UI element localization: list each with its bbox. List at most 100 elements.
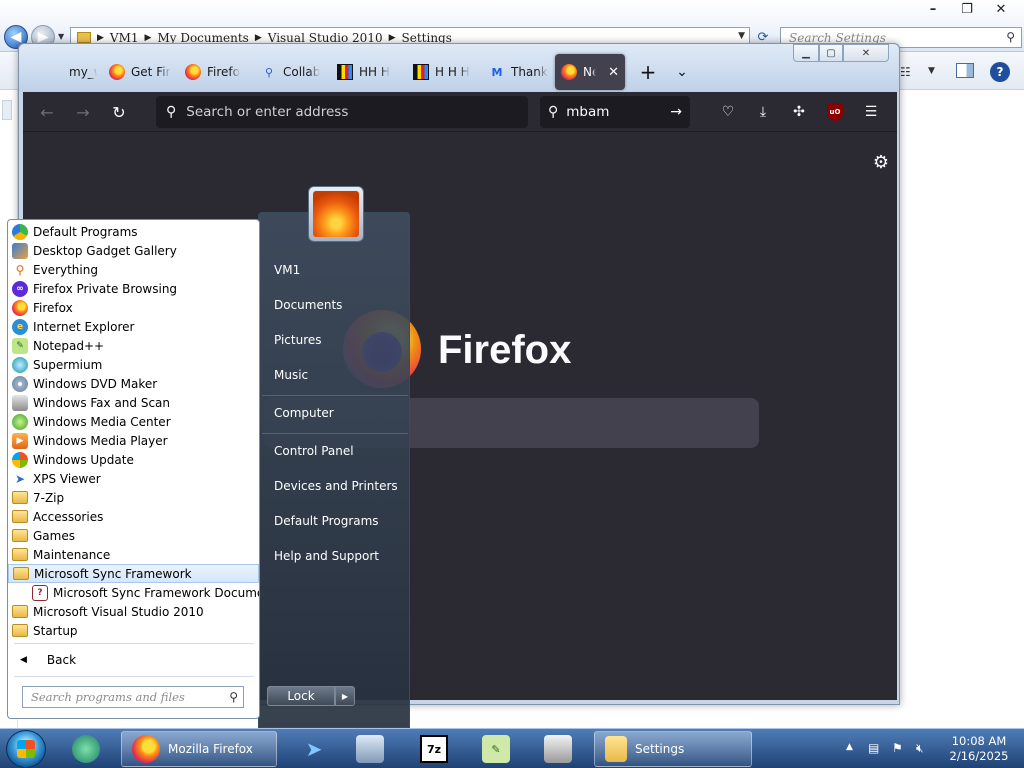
forward-icon[interactable]: → (69, 98, 97, 126)
program-item[interactable]: ✎ Notepad++ (8, 336, 259, 355)
program-item[interactable]: Windows Update (8, 450, 259, 469)
start-link-devices-printers[interactable]: Devices and Printers (274, 479, 398, 493)
tab[interactable]: Get Fir (103, 54, 179, 90)
start-link-computer[interactable]: Computer (274, 406, 334, 420)
back-button[interactable]: ◀ Back (8, 648, 259, 672)
search-go-arrow-icon[interactable]: → (670, 104, 682, 120)
breadcrumb-chevron-icon[interactable]: ▶ (255, 33, 262, 43)
explorer-window-controls: – ❐ ✕ (916, 0, 1018, 18)
clock[interactable]: 10:08 AM 2/16/2025 (944, 734, 1014, 764)
search-icon[interactable]: ⚲ (1006, 30, 1015, 44)
hamburger-menu-icon[interactable]: ☰ (859, 100, 883, 124)
reload-icon[interactable]: ↻ (105, 98, 133, 126)
start-link-control-panel[interactable]: Control Panel (274, 444, 354, 458)
start-link-music[interactable]: Music (274, 368, 308, 382)
program-folder[interactable]: Accessories (8, 507, 259, 526)
folder-icon (12, 605, 28, 618)
program-label: Accessories (33, 509, 104, 524)
tab-label: Collab (283, 65, 321, 79)
explorer-minimize-button[interactable]: – (916, 0, 950, 18)
tab[interactable]: HH H (331, 54, 407, 90)
program-item[interactable]: Windows DVD Maker (8, 374, 259, 393)
program-item[interactable]: ∞ Firefox Private Browsing (8, 279, 259, 298)
user-avatar[interactable] (308, 186, 364, 242)
folder-icon (12, 529, 28, 542)
start-link-user[interactable]: VM1 (274, 263, 300, 277)
explorer-close-button[interactable]: ✕ (984, 0, 1018, 18)
taskbar-7zip[interactable]: 7z (420, 731, 448, 767)
tab-label: Ne (583, 65, 597, 79)
program-item[interactable]: ▶ Windows Media Player (8, 431, 259, 450)
explorer-maximize-button[interactable]: ❐ (950, 0, 984, 18)
help-icon[interactable]: ? (990, 62, 1010, 82)
start-link-default-programs[interactable]: Default Programs (274, 514, 379, 528)
program-folder[interactable]: 7-Zip (8, 488, 259, 507)
taskbar-firefox-button[interactable]: Mozilla Firefox (121, 731, 277, 767)
tab-active[interactable]: Ne ✕ (555, 54, 625, 90)
view-dropdown-icon[interactable]: ▼ (928, 66, 935, 76)
program-item[interactable]: ? Microsoft Sync Framework Documentation (8, 583, 259, 602)
navigation-pane-scrollbar[interactable] (2, 100, 12, 120)
program-folder[interactable]: Maintenance (8, 545, 259, 564)
change-view-icon[interactable]: ☷ (900, 65, 911, 79)
tab[interactable]: my_wallpa (23, 54, 103, 90)
tab[interactable]: Firefo (179, 54, 255, 90)
start-link-help-support[interactable]: Help and Support (274, 549, 379, 563)
list-all-tabs-icon[interactable]: ⌄ (667, 57, 697, 87)
address-dropdown-icon[interactable]: ▼ (738, 31, 745, 41)
search-icon: ⚲ (166, 104, 177, 120)
new-tab-button[interactable]: + (633, 57, 663, 87)
gear-icon[interactable]: ⚙ (873, 152, 889, 173)
start-link-pictures[interactable]: Pictures (274, 333, 322, 347)
taskbar-fax-scan[interactable] (544, 731, 572, 767)
folder-icon (12, 624, 28, 637)
back-icon[interactable]: ← (33, 98, 61, 126)
preview-pane-icon[interactable] (956, 63, 974, 78)
program-item[interactable]: e Internet Explorer (8, 317, 259, 336)
program-item[interactable]: Supermium (8, 355, 259, 374)
tab-strip: my_wallpa Get Fir Firefo ⚲ Collab HH H H… (23, 52, 897, 92)
program-item[interactable]: ⚲ Everything (8, 260, 259, 279)
program-item[interactable]: Default Programs (8, 222, 259, 241)
taskbar-remote-desktop[interactable] (356, 731, 384, 767)
breadcrumb-chevron-icon[interactable]: ▶ (389, 33, 396, 43)
program-item[interactable]: Windows Fax and Scan (8, 393, 259, 412)
taskbar-settings-folder-button[interactable]: Settings (594, 731, 752, 767)
breadcrumb-chevron-icon[interactable]: ▶ (97, 33, 104, 43)
program-label: Microsoft Sync Framework (34, 566, 192, 581)
tab[interactable]: ⚲ Collab (255, 54, 331, 90)
ublock-icon[interactable]: uO (823, 100, 847, 124)
start-link-documents[interactable]: Documents (274, 298, 342, 312)
downloads-icon[interactable]: ⤓ (751, 100, 775, 124)
program-folder-selected[interactable]: Microsoft Sync Framework (8, 564, 259, 583)
program-item[interactable]: Desktop Gadget Gallery (8, 241, 259, 260)
taskbar-chat-app[interactable] (72, 731, 100, 767)
close-tab-icon[interactable]: ✕ (608, 65, 619, 80)
program-item[interactable]: ➤ XPS Viewer (8, 469, 259, 488)
search-bar[interactable]: ⚲ mbam → (540, 96, 690, 128)
extensions-icon[interactable]: ✣ (787, 100, 811, 124)
lock-button[interactable]: Lock (267, 686, 335, 706)
start-button[interactable] (6, 730, 46, 768)
start-search-input[interactable]: Search programs and files ⚲ (22, 686, 244, 708)
breadcrumb-chevron-icon[interactable]: ▶ (145, 33, 152, 43)
firefox-icon (109, 64, 125, 80)
power-options-arrow-icon[interactable]: ▶ (335, 686, 355, 706)
network-icon[interactable]: ▤ (868, 741, 879, 755)
tab[interactable]: M Thank (483, 54, 555, 90)
volume-muted-icon[interactable]: 🔇︎ (916, 741, 924, 756)
program-item[interactable]: Windows Media Center (8, 412, 259, 431)
taskbar-xps-viewer[interactable]: ➤ (300, 731, 328, 767)
url-bar[interactable]: ⚲ Search or enter address (156, 96, 528, 128)
program-item[interactable]: Firefox (8, 298, 259, 317)
program-folder[interactable]: Startup (8, 621, 259, 640)
tab[interactable]: H H H (407, 54, 483, 90)
program-folder[interactable]: Microsoft Visual Studio 2010 (8, 602, 259, 621)
show-hidden-icons-icon[interactable]: ▲ (846, 742, 853, 752)
fax-icon (12, 394, 28, 411)
recent-pages-dropdown-icon[interactable]: ▼ (58, 32, 64, 41)
pocket-icon[interactable]: ♡ (716, 100, 740, 124)
taskbar-notepadpp[interactable]: ✎ (482, 731, 510, 767)
action-center-flag-icon[interactable]: ⚑ (892, 741, 903, 755)
program-folder[interactable]: Games (8, 526, 259, 545)
